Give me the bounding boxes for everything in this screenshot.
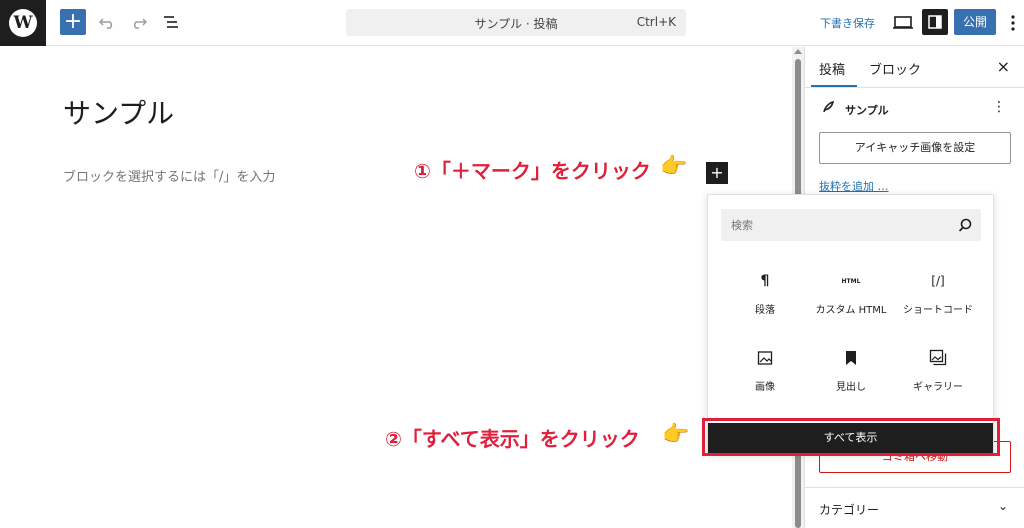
command-palette-bar[interactable]: サンプル · 投稿 Ctrl+K [346, 9, 686, 36]
html-icon: HTML [841, 277, 861, 285]
annotation-step-2: ②「すべて表示」をクリック [385, 427, 640, 451]
post-actions-more-icon[interactable]: ⋮ [992, 99, 1006, 115]
inserter-search[interactable] [721, 209, 981, 241]
block-inserter-toggle[interactable]: + [60, 9, 86, 35]
chevron-down-icon[interactable]: ⌄ [998, 499, 1008, 513]
command-shortcut: Ctrl+K [636, 15, 676, 29]
inline-block-inserter-button[interactable]: + [706, 162, 728, 184]
block-item-label: 画像 [755, 382, 775, 393]
scroll-up-icon[interactable] [794, 49, 802, 54]
editor-toolbar: W + サンプル · 投稿 Ctrl+K 下書き保存 公開 [0, 0, 1024, 46]
heading-icon [841, 348, 861, 368]
block-item-label: 見出し [836, 382, 866, 393]
shortcode-icon: [/] [931, 274, 945, 288]
post-feather-icon [821, 100, 835, 118]
desktop-preview-icon[interactable] [892, 11, 914, 33]
block-item-paragraph[interactable]: ¶ 段落 [720, 271, 810, 333]
tab-block[interactable]: ブロック [869, 59, 921, 78]
more-vertical-icon[interactable] [1006, 12, 1020, 34]
block-item-gallery[interactable]: ギャラリー [893, 348, 983, 410]
pointing-hand-icon: 👉 [662, 422, 690, 447]
block-item-shortcode[interactable]: [/] ショートコード [893, 271, 983, 333]
redo-icon[interactable] [128, 11, 150, 33]
divider [805, 87, 1024, 88]
image-icon [755, 348, 775, 368]
tab-post[interactable]: 投稿 [819, 59, 845, 78]
search-icon[interactable] [957, 217, 973, 233]
block-item-image[interactable]: 画像 [720, 348, 810, 410]
set-featured-image-button[interactable]: アイキャッチ画像を設定 [819, 132, 1011, 164]
annotation-highlight-box [702, 418, 1000, 456]
quick-inserter-popover: ¶ 段落 HTML カスタム HTML [/] ショートコード 画像 見出し ギ… [707, 194, 994, 453]
settings-sidebar-icon[interactable] [922, 9, 948, 35]
search-input[interactable] [721, 209, 951, 241]
post-summary-title: サンプル [845, 104, 889, 117]
publish-button[interactable]: 公開 [954, 9, 996, 35]
close-icon[interactable]: × [997, 57, 1010, 76]
annotation-step-1: ①「＋マーク」をクリック [414, 159, 651, 183]
block-placeholder[interactable]: ブロックを選択するには「/」を入力 [63, 166, 275, 185]
block-item-custom-html[interactable]: HTML カスタム HTML [806, 271, 896, 333]
document-title: サンプル · 投稿 [474, 17, 558, 31]
pointing-hand-icon: 👉 [660, 154, 688, 179]
list-view-icon[interactable] [160, 11, 182, 33]
block-item-heading[interactable]: 見出し [806, 348, 896, 410]
paragraph-icon: ¶ [760, 273, 770, 289]
editor-canvas: サンプル ブロックを選択するには「/」を入力 + [0, 47, 792, 528]
category-panel-title[interactable]: カテゴリー [819, 501, 879, 518]
add-excerpt-link[interactable]: 抜粋を追加 … [819, 178, 889, 194]
wordpress-logo-button[interactable]: W [0, 0, 46, 46]
block-item-label: カスタム HTML [815, 305, 887, 316]
wordpress-icon: W [9, 9, 37, 37]
undo-icon[interactable] [96, 11, 118, 33]
block-item-label: 段落 [755, 305, 775, 316]
post-title[interactable]: サンプル [63, 92, 174, 132]
gallery-icon [928, 348, 948, 368]
block-item-label: ショートコード [903, 305, 973, 316]
divider [805, 487, 1024, 488]
save-draft-button[interactable]: 下書き保存 [820, 15, 875, 31]
block-item-label: ギャラリー [913, 382, 963, 393]
